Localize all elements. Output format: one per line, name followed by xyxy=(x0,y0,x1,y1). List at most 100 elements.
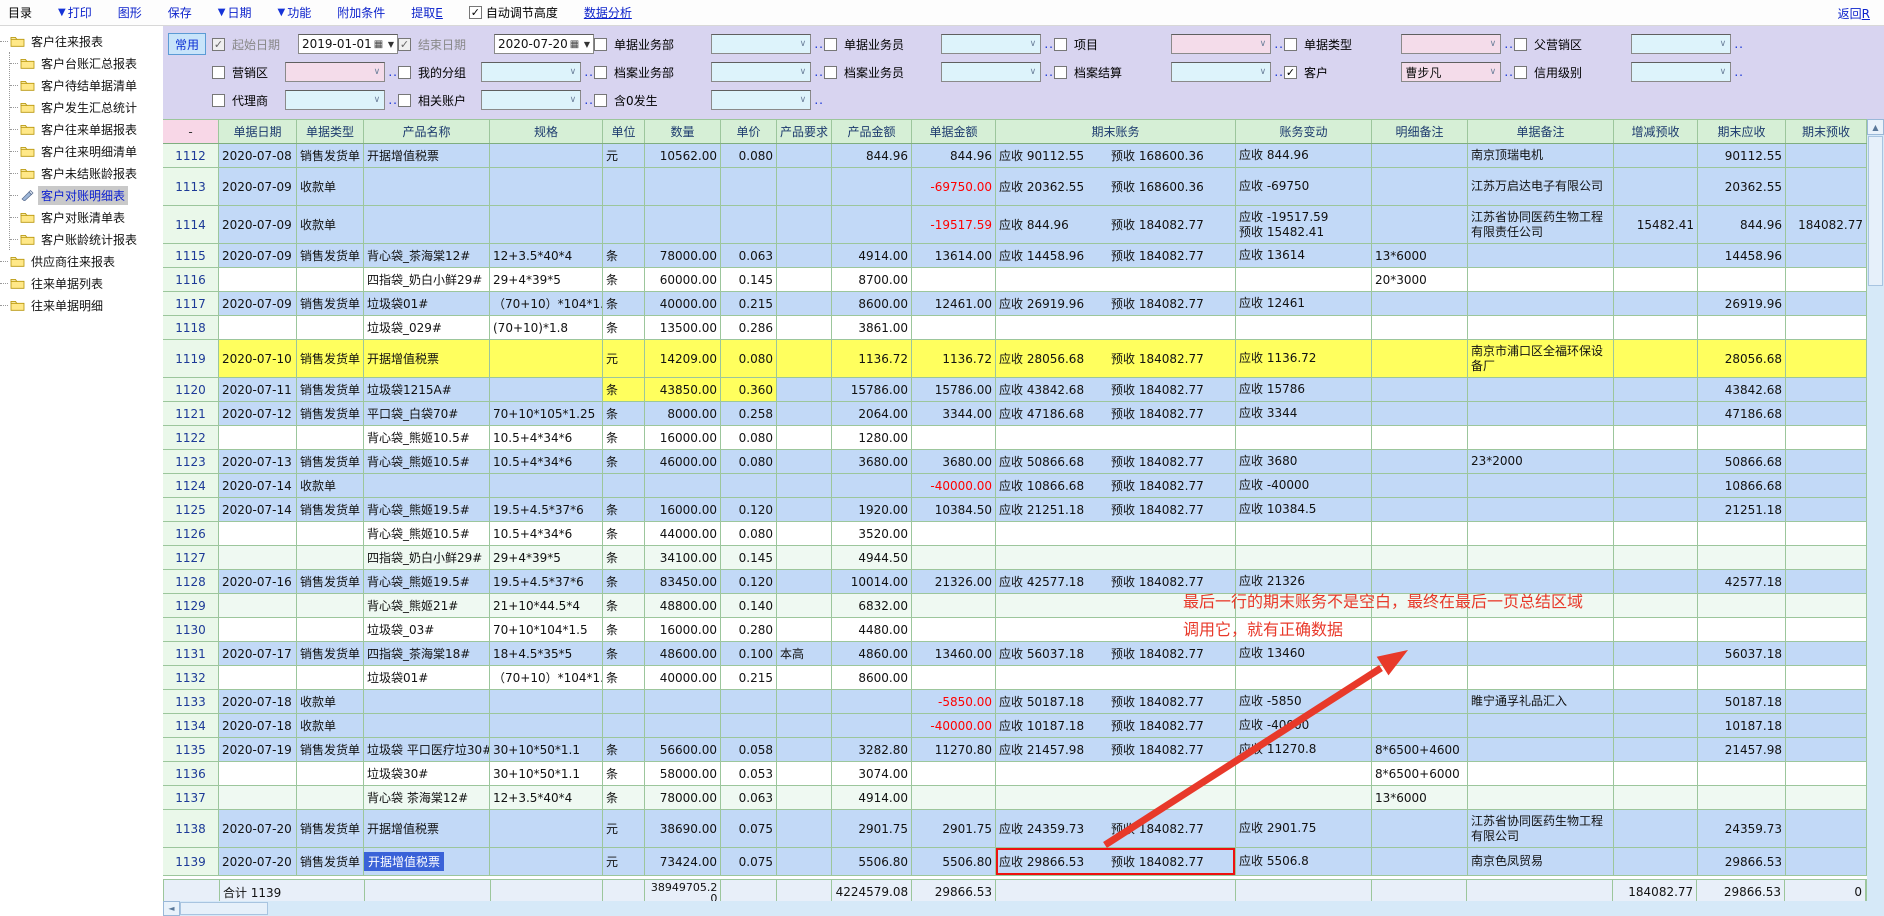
cell-zj[interactable] xyxy=(1614,848,1698,875)
sidebar-item-客户往来单据报表[interactable]: 客户往来单据报表 xyxy=(10,118,163,140)
cell-mx[interactable] xyxy=(1372,570,1468,593)
dropdown-档案结算[interactable]: ∨ xyxy=(1171,62,1271,82)
horizontal-scrollbar[interactable]: ◄ xyxy=(163,901,1884,916)
cell-qimo[interactable]: 应收 56037.18预收 184082.77 xyxy=(996,642,1236,665)
cell-pamt[interactable]: 6832.00 xyxy=(832,594,912,617)
filter-checkbox-项目[interactable] xyxy=(1054,38,1067,51)
cell-product[interactable]: 四指袋_奶白小鲜29# xyxy=(364,268,490,291)
cell-product[interactable]: 垃圾袋01# xyxy=(364,292,490,315)
cell-price[interactable]: 0.080 xyxy=(721,522,777,545)
cell-preq[interactable] xyxy=(777,594,832,617)
cell-spec[interactable] xyxy=(490,690,603,713)
column-header-期末账务[interactable]: 期末账务 xyxy=(996,120,1236,143)
cell-type[interactable] xyxy=(297,268,364,291)
cell-qty[interactable]: 16000.00 xyxy=(645,618,721,641)
cell-mx[interactable] xyxy=(1372,618,1468,641)
cell-ys[interactable]: 50187.18 xyxy=(1698,690,1786,713)
column-header-账务变动[interactable]: 账务变动 xyxy=(1236,120,1372,143)
cell-price[interactable]: 0.075 xyxy=(721,848,777,875)
cell-preq[interactable] xyxy=(777,762,832,785)
cell-yu[interactable] xyxy=(1786,570,1867,593)
cell-spec[interactable] xyxy=(490,714,603,737)
cell-pamt[interactable]: 1280.00 xyxy=(832,426,912,449)
lookup-dots-button[interactable]: .. xyxy=(1504,65,1514,79)
cell-product[interactable]: 垃圾袋30# xyxy=(364,762,490,785)
cell-mx[interactable]: 13*6000 xyxy=(1372,244,1468,267)
lookup-dots-button[interactable]: .. xyxy=(388,65,398,79)
column-header-单据金额[interactable]: 单据金额 xyxy=(912,120,996,143)
cell-zj[interactable] xyxy=(1614,546,1698,569)
cell-damt[interactable]: 2901.75 xyxy=(912,810,996,847)
cell-zj[interactable] xyxy=(1614,378,1698,401)
cell-bd[interactable]: 应收 13614 xyxy=(1236,244,1372,267)
date-input-结束日期[interactable]: 2020-07-20▦▼ xyxy=(494,34,594,54)
scroll-up-button[interactable]: ▲ xyxy=(1867,119,1884,135)
cell-qty[interactable]: 60000.00 xyxy=(645,268,721,291)
dropdown-我的分组[interactable]: ∨ xyxy=(481,62,581,82)
cell-bd[interactable]: 应收 3344 xyxy=(1236,402,1372,425)
cell-damt[interactable]: 1136.72 xyxy=(912,340,996,377)
cell-num[interactable]: 1138 xyxy=(163,810,219,847)
cell-dj[interactable] xyxy=(1468,738,1614,761)
cell-zj[interactable] xyxy=(1614,714,1698,737)
cell-product[interactable]: 开据增值税票 xyxy=(364,340,490,377)
cell-product[interactable]: 开据增值税票 xyxy=(364,144,490,167)
toolbar-button-保存[interactable]: 保存 xyxy=(168,4,192,21)
cell-type[interactable]: 销售发货单 xyxy=(297,292,364,315)
cell-zj[interactable] xyxy=(1614,144,1698,167)
cell-qty[interactable]: 38690.00 xyxy=(645,810,721,847)
cell-dj[interactable] xyxy=(1468,316,1614,339)
cell-bd[interactable] xyxy=(1236,316,1372,339)
cell-dj[interactable] xyxy=(1468,402,1614,425)
cell-product[interactable]: 背心袋 茶海棠12# xyxy=(364,786,490,809)
cell-zj[interactable] xyxy=(1614,340,1698,377)
cell-qty[interactable]: 48800.00 xyxy=(645,594,721,617)
cell-ys[interactable] xyxy=(1698,316,1786,339)
cell-yu[interactable] xyxy=(1786,498,1867,521)
cell-pamt[interactable]: 4944.50 xyxy=(832,546,912,569)
cell-qimo[interactable] xyxy=(996,316,1236,339)
chevron-down-icon[interactable]: ∨ xyxy=(565,95,580,105)
cell-price[interactable]: 0.145 xyxy=(721,268,777,291)
cell-qimo[interactable]: 应收 844.96预收 184082.77 xyxy=(996,206,1236,243)
toolbar-button-日期[interactable]: ▼日期 xyxy=(218,4,252,21)
cell-unit[interactable]: 条 xyxy=(603,498,645,521)
cell-preq[interactable] xyxy=(777,292,832,315)
cell-ys[interactable] xyxy=(1698,594,1786,617)
cell-date[interactable] xyxy=(219,594,297,617)
sidebar-item-客户账龄统计报表[interactable]: 客户账龄统计报表 xyxy=(10,228,163,250)
cell-type[interactable]: 销售发货单 xyxy=(297,570,364,593)
cell-unit[interactable]: 条 xyxy=(603,546,645,569)
lookup-dots-button[interactable]: .. xyxy=(814,65,824,79)
lookup-dots-button[interactable]: .. xyxy=(1044,65,1054,79)
cell-damt[interactable] xyxy=(912,316,996,339)
cell-product[interactable]: 垃圾袋_029# xyxy=(364,316,490,339)
cell-damt[interactable]: 13614.00 xyxy=(912,244,996,267)
chevron-down-icon[interactable]: ∨ xyxy=(369,95,384,105)
cell-date[interactable] xyxy=(219,316,297,339)
cell-mx[interactable] xyxy=(1372,450,1468,473)
cell-qimo[interactable]: 应收 50866.68预收 184082.77 xyxy=(996,450,1236,473)
cell-type[interactable] xyxy=(297,618,364,641)
cell-dj[interactable] xyxy=(1468,378,1614,401)
cell-qimo[interactable] xyxy=(996,786,1236,809)
cell-qimo[interactable]: 应收 24359.73预收 184082.77 xyxy=(996,810,1236,847)
cell-damt[interactable]: -5850.00 xyxy=(912,690,996,713)
cell-price[interactable]: 0.075 xyxy=(721,810,777,847)
cell-preq[interactable] xyxy=(777,268,832,291)
cell-date[interactable]: 2020-07-14 xyxy=(219,498,297,521)
cell-preq[interactable] xyxy=(777,848,832,875)
cell-qty[interactable]: 43850.00 xyxy=(645,378,721,401)
cell-type[interactable]: 销售发货单 xyxy=(297,340,364,377)
cell-date[interactable]: 2020-07-12 xyxy=(219,402,297,425)
cell-type[interactable] xyxy=(297,316,364,339)
cell-qimo[interactable] xyxy=(996,618,1236,641)
cell-unit[interactable]: 条 xyxy=(603,426,645,449)
chevron-down-icon[interactable]: ∨ xyxy=(1025,67,1040,77)
cell-unit[interactable]: 元 xyxy=(603,810,645,847)
cell-product[interactable]: 背心袋_熊姬19.5# xyxy=(364,570,490,593)
cell-qimo[interactable]: 应收 28056.68预收 184082.77 xyxy=(996,340,1236,377)
cell-qty[interactable] xyxy=(645,474,721,497)
cell-mx[interactable] xyxy=(1372,316,1468,339)
cell-unit[interactable]: 条 xyxy=(603,450,645,473)
